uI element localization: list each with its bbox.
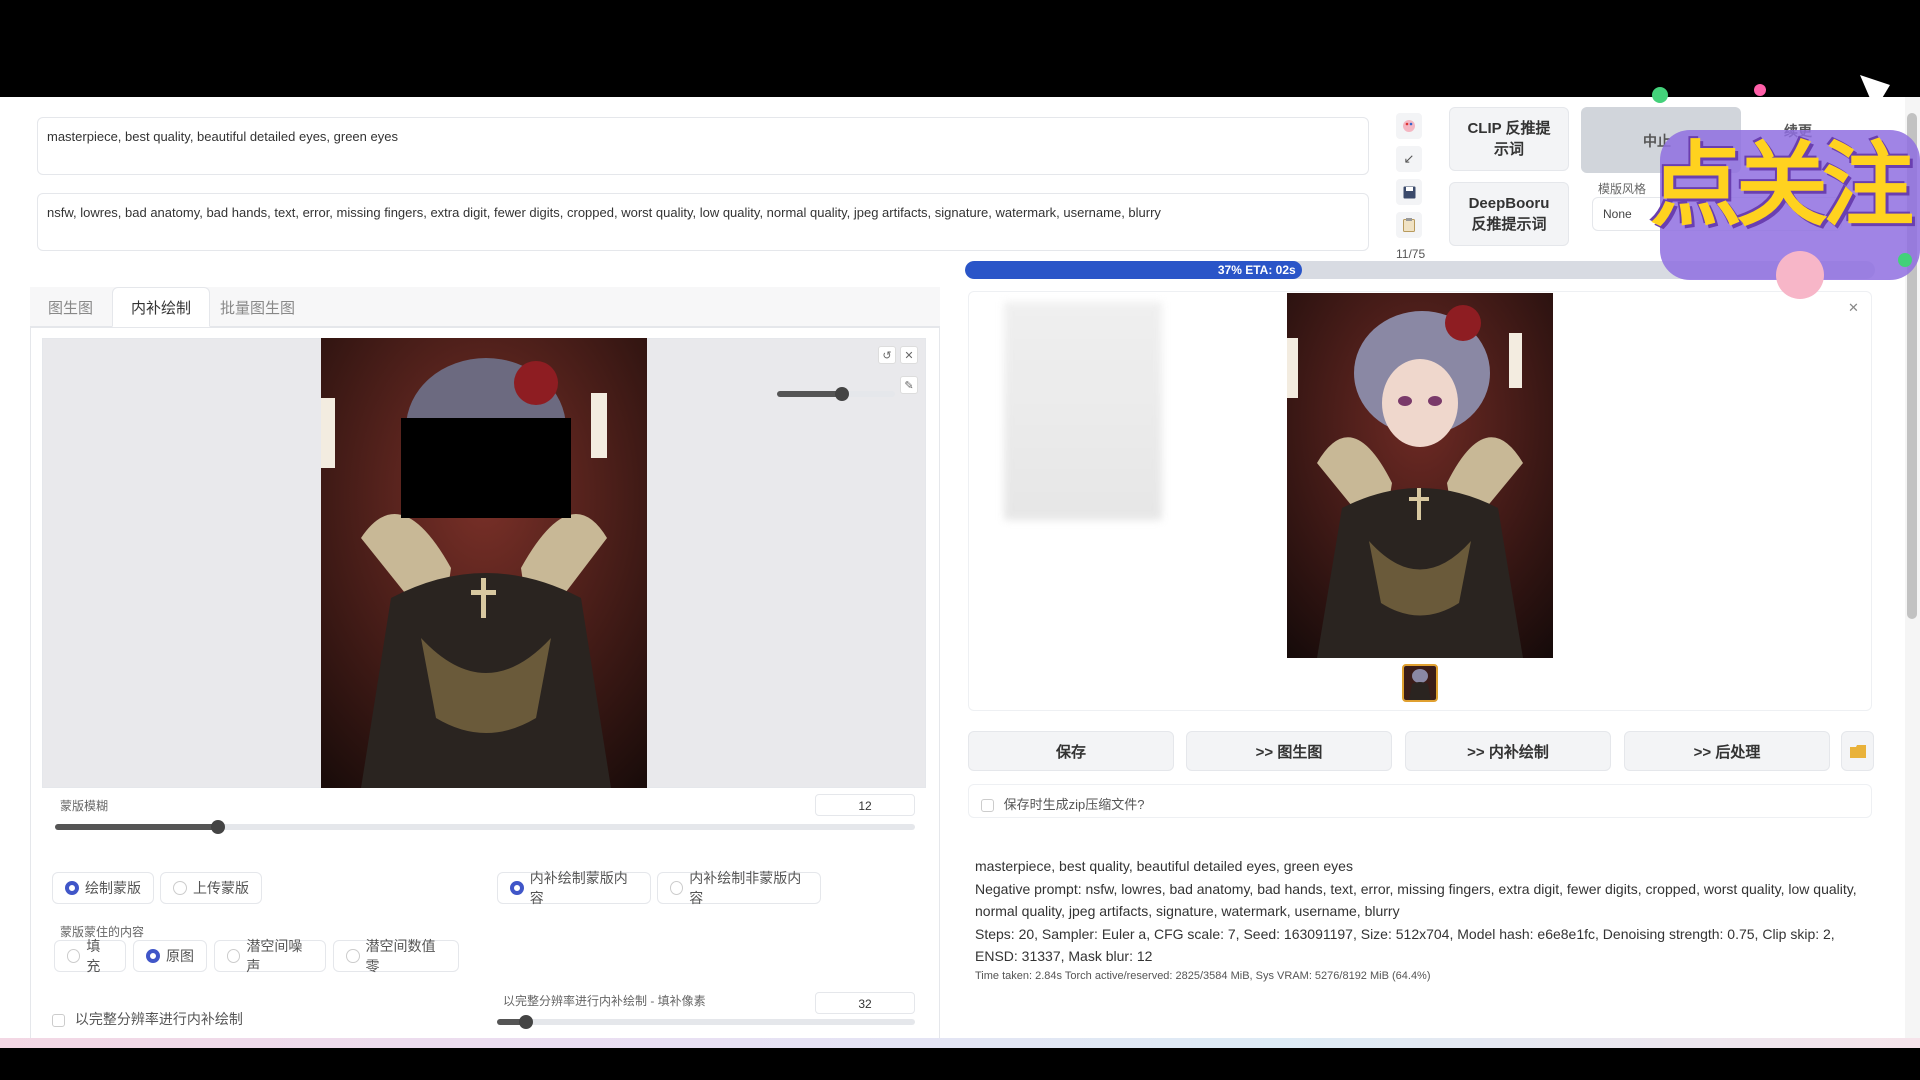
timing-info: Time taken: 2.84s Torch active/reserved:… [975, 970, 1431, 982]
token-counter: 11/75 [1396, 247, 1426, 261]
positive-prompt-input[interactable]: masterpiece, best quality, beautiful det… [37, 117, 1369, 175]
live-preview [1004, 302, 1162, 520]
brush-icon[interactable]: ✎ [900, 376, 918, 394]
radio-indicator [510, 881, 524, 895]
result-image[interactable] [1287, 293, 1553, 658]
save-button[interactable]: 保存 [968, 731, 1174, 771]
radio-upload-mask[interactable]: 上传蒙版 [160, 872, 262, 904]
close-icon[interactable]: ✕ [900, 346, 918, 364]
undo-icon[interactable]: ↺ [878, 346, 896, 364]
radio-indicator [146, 949, 160, 963]
sticker-text: 点关注 [1650, 135, 1914, 237]
send-to-img2img-button[interactable]: >> 图生图 [1186, 731, 1392, 771]
radio-latent-noise[interactable]: 潜空间噪声 [214, 938, 326, 974]
brush-size-slider[interactable] [777, 387, 895, 401]
source-image[interactable] [321, 338, 647, 788]
palette-icon[interactable] [1396, 113, 1422, 139]
folder-icon[interactable] [1841, 731, 1874, 771]
clipboard-icon[interactable] [1396, 212, 1422, 238]
interrogate-clip-button[interactable]: CLIP 反推提 示词 [1449, 107, 1569, 171]
negative-prompt-input[interactable]: nsfw, lowres, bad anatomy, bad hands, te… [37, 193, 1369, 251]
info-params: Steps: 20, Sampler: Euler a, CFG scale: … [975, 925, 1835, 965]
send-to-inpaint-button[interactable]: >> 内补绘制 [1405, 731, 1611, 771]
radio-indicator [173, 881, 187, 895]
interrogate-deepbooru-button[interactable]: DeepBooru 反推提示词 [1449, 182, 1569, 246]
mask-blur-value[interactable]: 12 [815, 794, 915, 816]
radio-indicator [670, 881, 684, 895]
radio-indicator [227, 949, 241, 963]
zip-checkbox[interactable]: 保存时生成zip压缩文件? [968, 784, 1872, 818]
send-to-extras-button[interactable]: >> 后处理 [1624, 731, 1830, 771]
generation-info: masterpiece, best quality, beautiful det… [975, 855, 1865, 968]
follow-sticker: 点关注 [1640, 70, 1920, 310]
webui-window: masterpiece, best quality, beautiful det… [0, 97, 1920, 1045]
floppy-icon[interactable] [1396, 179, 1422, 205]
padding-label: 以完整分辨率进行内补绘制 - 填补像素 [503, 994, 706, 1008]
gallery-thumbnail[interactable] [1402, 664, 1438, 702]
padding-slider[interactable] [497, 1015, 915, 1029]
progress-fill: 37% ETA: 02s [965, 261, 1302, 279]
radio-indicator [65, 881, 79, 895]
tab-img2img[interactable]: 图生图 [30, 287, 111, 327]
radio-indicator [346, 949, 360, 963]
radio-inpaint-masked[interactable]: 内补绘制蒙版内容 [497, 870, 651, 906]
mask-blur-label: 蒙版模糊 [60, 799, 109, 813]
styles-label: 模版风格 [1598, 182, 1647, 196]
radio-indicator [67, 949, 81, 963]
mask-blur-slider[interactable] [55, 820, 915, 834]
radio-original[interactable]: 原图 [133, 940, 207, 972]
radio-latent-nothing[interactable]: 潜空间数值零 [333, 938, 459, 974]
radio-fill[interactable]: 填充 [54, 938, 126, 974]
padding-value[interactable]: 32 [815, 992, 915, 1014]
radio-inpaint-not-masked[interactable]: 内补绘制非蒙版内容 [657, 870, 821, 906]
info-prompt: masterpiece, best quality, beautiful det… [975, 858, 1353, 874]
radio-draw-mask[interactable]: 绘制蒙版 [52, 872, 154, 904]
taskbar [0, 1038, 1920, 1048]
mode-tabs: 图生图 内补绘制 批量图生图 [30, 287, 940, 327]
arrow-icon[interactable]: ↙ [1396, 146, 1422, 172]
tab-inpaint[interactable]: 内补绘制 [112, 287, 211, 327]
tab-batch[interactable]: 批量图生图 [202, 287, 313, 327]
checkbox-box [981, 799, 994, 813]
checkbox-box [52, 1013, 65, 1027]
full-res-checkbox[interactable]: 以完整分辨率进行内补绘制 [52, 1009, 243, 1029]
info-negative: Negative prompt: nsfw, lowres, bad anato… [975, 880, 1857, 920]
